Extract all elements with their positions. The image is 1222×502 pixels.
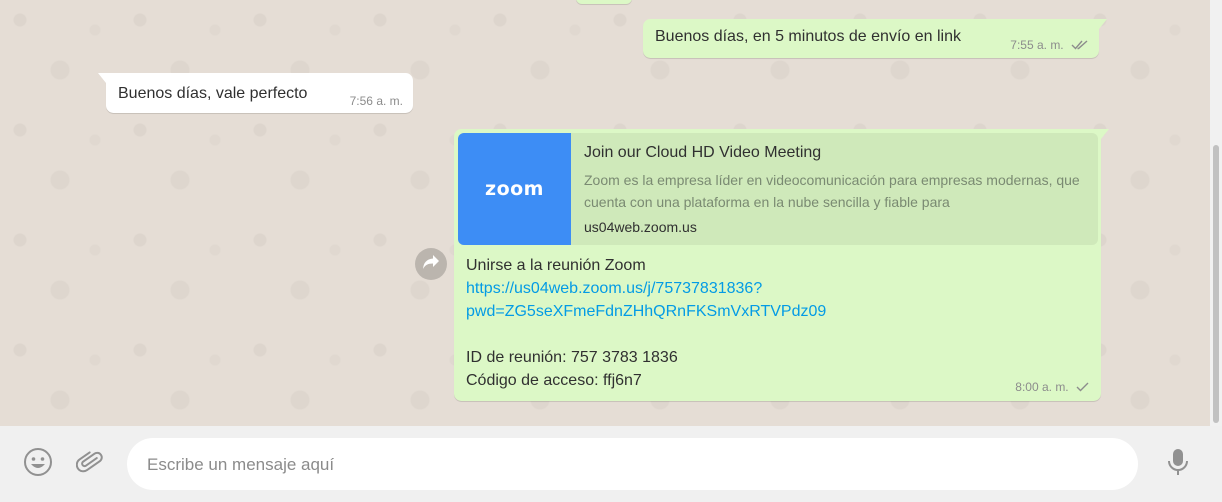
chat-scrollbar[interactable]: [1210, 0, 1222, 426]
emoji-button[interactable]: [20, 446, 56, 482]
link-preview[interactable]: zoom Join our Cloud HD Video Meeting Zoo…: [458, 133, 1098, 245]
bubble-tail: [1099, 19, 1107, 29]
message-meta: 8:00 a. m.: [1015, 380, 1089, 395]
outgoing-message[interactable]: Buenos días, en 5 minutos de envío en li…: [643, 19, 1107, 58]
incoming-message[interactable]: Buenos días, vale perfecto 7:56 a. m.: [98, 73, 413, 113]
previous-message-fragment: [576, 0, 632, 4]
voice-message-button[interactable]: [1160, 446, 1196, 482]
link-preview-description: Zoom es la empresa líder en videocomunic…: [584, 172, 1080, 210]
message-input[interactable]: [145, 438, 1129, 492]
link-preview-thumbnail: zoom: [458, 133, 571, 245]
scrollbar-thumb[interactable]: [1213, 145, 1219, 423]
meeting-link-part2: pwd=ZG5seXFmeFdnZHhQRnFKSmVxRTVPdz09: [466, 303, 827, 320]
message-composer: [0, 426, 1222, 502]
message-input-container[interactable]: [127, 438, 1138, 492]
access-code: Código de acceso: ffj6n7: [466, 372, 642, 389]
message-body: Unirse a la reunión Zoom https://us04web…: [466, 254, 826, 392]
message-meta: 7:55 a. m.: [1010, 38, 1089, 53]
meeting-id: ID de reunión: 757 3783 1836: [466, 349, 678, 366]
message-time: 7:55 a. m.: [1010, 38, 1064, 52]
bubble-tail: [98, 73, 106, 83]
whatsapp-chat-window: Buenos días, en 5 minutos de envío en li…: [0, 0, 1222, 502]
microphone-icon: [1166, 447, 1190, 482]
link-preview-domain: us04web.zoom.us: [584, 219, 697, 235]
attach-button[interactable]: [72, 446, 108, 482]
message-time: 8:00 a. m.: [1015, 380, 1069, 394]
message-text: Buenos días, vale perfecto: [118, 85, 308, 102]
message-list[interactable]: Buenos días, en 5 minutos de envío en li…: [0, 0, 1210, 426]
message-text-line: Unirse a la reunión Zoom: [466, 257, 646, 274]
link-preview-title: Join our Cloud HD Video Meeting: [584, 144, 822, 161]
meeting-link[interactable]: https://us04web.zoom.us/j/75737831836? p…: [466, 277, 826, 323]
zoom-logo: zoom: [485, 178, 544, 200]
forward-button[interactable]: [415, 248, 447, 280]
double-check-icon: [1071, 39, 1089, 53]
outgoing-message-with-link-preview[interactable]: zoom Join our Cloud HD Video Meeting Zoo…: [454, 129, 1109, 401]
message-text: Buenos días, en 5 minutos de envío en li…: [655, 28, 961, 45]
bubble-tail: [1101, 129, 1109, 139]
emoji-icon: [23, 447, 53, 482]
paperclip-icon: [75, 448, 104, 481]
forward-arrow-icon: [422, 254, 440, 275]
message-time: 7:56 a. m.: [349, 94, 403, 108]
meeting-link-part1: https://us04web.zoom.us/j/75737831836?: [466, 280, 763, 297]
single-check-icon: [1076, 381, 1089, 395]
